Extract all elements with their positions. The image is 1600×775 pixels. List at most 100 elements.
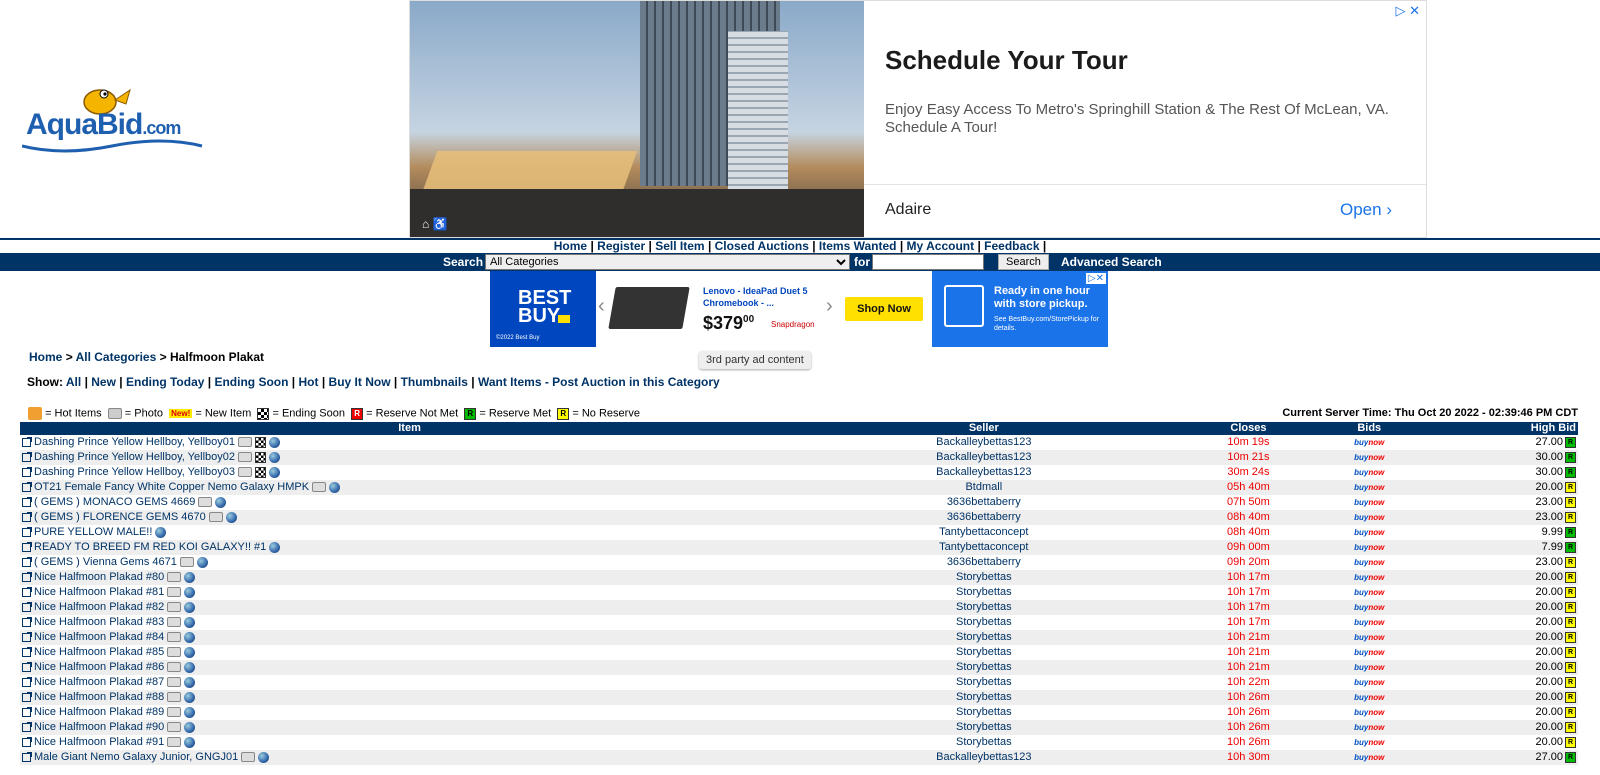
buy-now-icon[interactable]: buynow bbox=[1354, 723, 1384, 732]
seller-link[interactable]: Tantybettaconcept bbox=[939, 541, 1028, 553]
breadcrumb-home[interactable]: Home bbox=[29, 350, 62, 364]
buy-now-icon[interactable]: buynow bbox=[1354, 663, 1384, 672]
seller-link[interactable]: Storybettas bbox=[956, 571, 1012, 583]
table-row[interactable]: ( GEMS ) MONACO GEMS 4669 3636bettaberry 0… bbox=[20, 495, 1578, 510]
table-row[interactable]: Dashing Prince Yellow Hellboy, Yellboy03… bbox=[20, 465, 1578, 480]
buy-now-icon[interactable]: buynow bbox=[1354, 453, 1384, 462]
seller-link[interactable]: Btdmall bbox=[965, 481, 1002, 493]
item-link[interactable]: Nice Halfmoon Plakad #83 bbox=[34, 616, 164, 628]
filter-ending-today[interactable]: Ending Today bbox=[126, 375, 204, 389]
seller-link[interactable]: Storybettas bbox=[956, 691, 1012, 703]
seller-link[interactable]: Storybettas bbox=[956, 601, 1012, 613]
nav-items-wanted[interactable]: Items Wanted bbox=[819, 239, 897, 253]
store-pickup-panel[interactable]: Ready in one hour with store pickup. See… bbox=[932, 271, 1108, 347]
item-link[interactable]: Nice Halfmoon Plakad #86 bbox=[34, 661, 164, 673]
nav-register[interactable]: Register bbox=[597, 239, 645, 253]
item-link[interactable]: ( GEMS ) FLORENCE GEMS 4670 bbox=[34, 511, 206, 523]
item-link[interactable]: Nice Halfmoon Plakad #91 bbox=[34, 736, 164, 748]
buy-now-icon[interactable]: buynow bbox=[1354, 558, 1384, 567]
table-row[interactable]: Nice Halfmoon Plakad #81 Storybettas 10h 1… bbox=[20, 585, 1578, 600]
table-row[interactable]: Dashing Prince Yellow Hellboy, Yellboy02… bbox=[20, 450, 1578, 465]
buy-now-icon[interactable]: buynow bbox=[1354, 693, 1384, 702]
ad-close-icon[interactable]: ▷✕ bbox=[1085, 273, 1106, 284]
buy-now-icon[interactable]: buynow bbox=[1354, 438, 1384, 447]
filter-all[interactable]: All bbox=[66, 375, 81, 389]
item-link[interactable]: Nice Halfmoon Plakad #80 bbox=[34, 571, 164, 583]
open-new-window-icon[interactable] bbox=[22, 676, 32, 687]
open-new-window-icon[interactable] bbox=[22, 586, 32, 597]
seller-link[interactable]: Backalleybettas123 bbox=[936, 451, 1031, 463]
nav-home[interactable]: Home bbox=[554, 239, 587, 253]
seller-link[interactable]: Storybettas bbox=[956, 676, 1012, 688]
bestbuy-ad[interactable]: BEST BUY ©2022 Best Buy ‹ Lenovo - IdeaP… bbox=[490, 271, 1108, 347]
want-items-link[interactable]: Want Items - Post Auction in this Catego… bbox=[478, 375, 720, 389]
col-bids[interactable]: Bids bbox=[1328, 422, 1411, 435]
carousel-prev-icon[interactable]: ‹ bbox=[598, 295, 605, 318]
top-ad-banner[interactable]: ⌂ ♿ ▷ ✕ Schedule Your Tour Enjoy Easy Ac… bbox=[409, 0, 1427, 238]
buy-now-icon[interactable]: buynow bbox=[1354, 618, 1384, 627]
table-row[interactable]: Nice Halfmoon Plakad #91 Storybettas 10h 2… bbox=[20, 735, 1578, 750]
ad-title[interactable]: Schedule Your Tour bbox=[885, 45, 1128, 76]
table-row[interactable]: Nice Halfmoon Plakad #88 Storybettas 10h 2… bbox=[20, 690, 1578, 705]
open-new-window-icon[interactable] bbox=[22, 736, 32, 747]
buy-now-icon[interactable]: buynow bbox=[1354, 588, 1384, 597]
seller-link[interactable]: Storybettas bbox=[956, 706, 1012, 718]
open-new-window-icon[interactable] bbox=[22, 511, 32, 522]
seller-link[interactable]: 3636bettaberry bbox=[947, 556, 1021, 568]
open-new-window-icon[interactable] bbox=[22, 601, 32, 612]
buy-now-icon[interactable]: buynow bbox=[1354, 573, 1384, 582]
seller-link[interactable]: Backalleybettas123 bbox=[936, 436, 1031, 448]
open-new-window-icon[interactable] bbox=[22, 541, 32, 552]
table-row[interactable]: ( GEMS ) Vienna Gems 4671 3636bettaberry 0… bbox=[20, 555, 1578, 570]
table-row[interactable]: READY TO BREED FM RED KOI GALAXY!! #1 Tan… bbox=[20, 540, 1578, 555]
seller-link[interactable]: Storybettas bbox=[956, 736, 1012, 748]
seller-link[interactable]: Storybettas bbox=[956, 586, 1012, 598]
col-high-bid[interactable]: High Bid bbox=[1410, 422, 1578, 435]
table-row[interactable]: PURE YELLOW MALE!! Tantybettaconcept 08h 4… bbox=[20, 525, 1578, 540]
open-new-window-icon[interactable] bbox=[22, 631, 32, 642]
ad-product-name[interactable]: Lenovo - IdeaPad Duet 5 Chromebook - ... bbox=[703, 285, 823, 309]
open-new-window-icon[interactable] bbox=[22, 721, 32, 732]
col-seller[interactable]: Seller bbox=[799, 422, 1169, 435]
table-row[interactable]: Nice Halfmoon Plakad #84 Storybettas 10h 2… bbox=[20, 630, 1578, 645]
seller-link[interactable]: 3636bettaberry bbox=[947, 496, 1021, 508]
open-new-window-icon[interactable] bbox=[22, 706, 32, 717]
table-row[interactable]: ( GEMS ) FLORENCE GEMS 4670 3636bettaberr… bbox=[20, 510, 1578, 525]
item-link[interactable]: Dashing Prince Yellow Hellboy, Yellboy01 bbox=[34, 436, 235, 448]
filter-ending-soon[interactable]: Ending Soon bbox=[214, 375, 288, 389]
buy-now-icon[interactable]: buynow bbox=[1354, 483, 1384, 492]
item-link[interactable]: Nice Halfmoon Plakad #81 bbox=[34, 586, 164, 598]
item-link[interactable]: Nice Halfmoon Plakad #82 bbox=[34, 601, 164, 613]
buy-now-icon[interactable]: buynow bbox=[1354, 468, 1384, 477]
table-row[interactable]: OT21 Female Fancy White Copper Nemo Gala… bbox=[20, 480, 1578, 495]
table-row[interactable]: Male Giant Nemo Galaxy Junior, GNGJ01 Bac… bbox=[20, 750, 1578, 765]
table-row[interactable]: Nice Halfmoon Plakad #87 Storybettas 10h 2… bbox=[20, 675, 1578, 690]
item-link[interactable]: PURE YELLOW MALE!! bbox=[34, 526, 152, 538]
open-new-window-icon[interactable] bbox=[22, 571, 32, 582]
open-new-window-icon[interactable] bbox=[22, 451, 32, 462]
item-link[interactable]: Nice Halfmoon Plakad #90 bbox=[34, 721, 164, 733]
col-closes[interactable]: Closes bbox=[1168, 422, 1329, 435]
seller-link[interactable]: Backalleybettas123 bbox=[936, 466, 1031, 478]
ad-choices-icon[interactable]: ▷ ✕ bbox=[1395, 3, 1420, 19]
item-link[interactable]: Male Giant Nemo Galaxy Junior, GNGJ01 bbox=[34, 751, 238, 763]
open-new-window-icon[interactable] bbox=[22, 691, 32, 702]
open-new-window-icon[interactable] bbox=[22, 526, 32, 537]
breadcrumb-all-categories[interactable]: All Categories bbox=[76, 350, 157, 364]
table-row[interactable]: Nice Halfmoon Plakad #90 Storybettas 10h 2… bbox=[20, 720, 1578, 735]
item-link[interactable]: Nice Halfmoon Plakad #84 bbox=[34, 631, 164, 643]
aquabid-logo[interactable]: AquaBid.com bbox=[21, 80, 212, 160]
filter-buy-it-now[interactable]: Buy It Now bbox=[329, 375, 391, 389]
item-link[interactable]: ( GEMS ) MONACO GEMS 4669 bbox=[34, 496, 195, 508]
col-item[interactable]: Item bbox=[20, 422, 800, 435]
buy-now-icon[interactable]: buynow bbox=[1354, 648, 1384, 657]
seller-link[interactable]: Tantybettaconcept bbox=[939, 526, 1028, 538]
seller-link[interactable]: Storybettas bbox=[956, 646, 1012, 658]
seller-link[interactable]: 3636bettaberry bbox=[947, 511, 1021, 523]
open-new-window-icon[interactable] bbox=[22, 646, 32, 657]
buy-now-icon[interactable]: buynow bbox=[1354, 738, 1384, 747]
search-input[interactable] bbox=[872, 254, 984, 270]
filter-thumbnails[interactable]: Thumbnails bbox=[401, 375, 468, 389]
advanced-search-link[interactable]: Advanced Search bbox=[1061, 255, 1162, 269]
open-new-window-icon[interactable] bbox=[22, 556, 32, 567]
